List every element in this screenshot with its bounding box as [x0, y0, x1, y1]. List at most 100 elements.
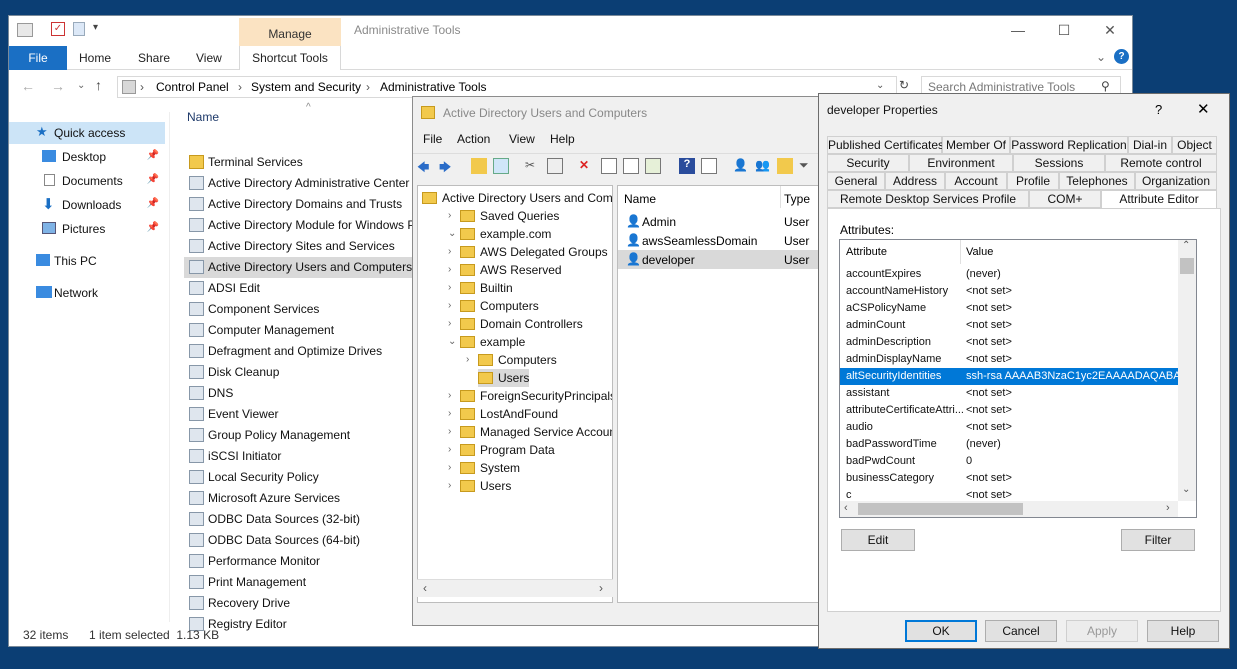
vertical-scrollbar[interactable]: ⌃ ⌄	[1178, 240, 1196, 501]
breadcrumb-control-panel[interactable]: Control Panel	[156, 80, 229, 94]
ok-button[interactable]: OK	[905, 620, 977, 642]
tree-item[interactable]: › Managed Service Accoun	[448, 423, 612, 441]
column-header-value[interactable]: Value	[966, 246, 993, 258]
attribute-row[interactable]: badPasswordTime (never)	[840, 436, 1178, 453]
new-ou-icon[interactable]	[777, 158, 793, 174]
maximize-icon[interactable]: ☐	[1041, 16, 1087, 44]
attribute-row[interactable]: altSecurityIdentities ssh-rsa AAAAB3NzaC1…	[840, 368, 1178, 385]
tab-view[interactable]: View	[196, 51, 222, 65]
column-header-name[interactable]: Name	[187, 110, 219, 124]
chevron-right-icon[interactable]: ›	[448, 297, 451, 315]
tab-home[interactable]: Home	[79, 51, 111, 65]
file-item[interactable]: iSCSI Initiator	[184, 446, 419, 467]
filter-button[interactable]: Filter	[1121, 529, 1195, 551]
forward-icon[interactable]: 🡆	[439, 158, 455, 174]
breadcrumb-admin-tools[interactable]: Administrative Tools	[380, 80, 487, 94]
chevron-down-icon[interactable]: ⌄	[448, 333, 456, 351]
help-icon[interactable]: ?	[1155, 102, 1162, 117]
nav-pictures[interactable]: Pictures 📌	[9, 218, 165, 240]
pin-icon[interactable]: 📌	[147, 222, 159, 233]
close-icon[interactable]: ✕	[1087, 16, 1133, 44]
scrollbar-thumb[interactable]	[1180, 258, 1194, 274]
horizontal-scrollbar[interactable]: ‹ ›	[840, 501, 1178, 517]
chevron-right-icon[interactable]: ›	[448, 279, 451, 297]
attribute-row[interactable]: audio <not set>	[840, 419, 1178, 436]
tree-item[interactable]: Active Directory Users and Com	[422, 189, 612, 207]
chevron-right-icon[interactable]: ›	[448, 477, 451, 495]
tab-environment[interactable]: Environment	[909, 154, 1013, 172]
tree-item[interactable]: › System	[448, 459, 520, 477]
delete-icon[interactable]: ✕	[579, 158, 595, 174]
menu-help[interactable]: Help	[550, 132, 575, 146]
tab-published-certificates[interactable]: Published Certificates	[827, 136, 944, 154]
file-item[interactable]: ODBC Data Sources (32-bit)	[184, 509, 419, 530]
tree-item[interactable]: › Program Data	[448, 441, 555, 459]
tree-horizontal-scrollbar[interactable]: ‹ ›	[417, 579, 613, 597]
tab-remote-desktop-profile[interactable]: Remote Desktop Services Profile	[827, 190, 1029, 208]
forward-icon[interactable]: →	[51, 78, 65, 94]
tab-remote-control[interactable]: Remote control	[1105, 154, 1217, 172]
tab-organization[interactable]: Organization	[1135, 172, 1217, 190]
attribute-row[interactable]: adminDescription <not set>	[840, 334, 1178, 351]
attribute-row[interactable]: businessCategory <not set>	[840, 470, 1178, 487]
tab-com-plus[interactable]: COM+	[1029, 190, 1101, 208]
user-row[interactable]: 👤 Admin User	[618, 212, 830, 231]
copy-icon[interactable]	[547, 158, 563, 174]
tree-item[interactable]: › Computers	[448, 297, 539, 315]
file-item[interactable]: Microsoft Azure Services	[184, 488, 419, 509]
file-item[interactable]: Disk Cleanup	[184, 362, 419, 383]
up-folder-icon[interactable]	[471, 158, 487, 174]
manage-tab[interactable]: Manage	[239, 18, 341, 46]
attribute-row[interactable]: attributeCertificateAttri... <not set>	[840, 402, 1178, 419]
breadcrumb-system-security[interactable]: System and Security	[251, 80, 361, 94]
file-item[interactable]: Active Directory Domains and Trusts	[184, 194, 419, 215]
user-row[interactable]: 👤 awsSeamlessDomain User	[618, 231, 830, 250]
chevron-down-icon[interactable]: ⌄	[876, 80, 884, 91]
file-item[interactable]: Active Directory Module for Windows P	[184, 215, 419, 236]
file-item[interactable]: Event Viewer	[184, 404, 419, 425]
chevron-right-icon[interactable]: ›	[448, 441, 451, 459]
scroll-up-icon[interactable]: ⌃	[1182, 240, 1190, 251]
tree-item[interactable]: › Saved Queries	[448, 207, 559, 225]
tree-item[interactable]: ⌄ example	[448, 333, 525, 351]
help-icon[interactable]: ?	[1114, 49, 1129, 64]
menu-file[interactable]: File	[423, 132, 442, 146]
close-icon[interactable]: ✕	[1197, 100, 1210, 118]
tab-account[interactable]: Account	[945, 172, 1007, 190]
tab-security[interactable]: Security	[827, 154, 909, 172]
tab-profile[interactable]: Profile	[1007, 172, 1059, 190]
file-item[interactable]: Recovery Drive	[184, 593, 419, 614]
tab-member-of[interactable]: Member Of	[942, 136, 1010, 154]
help-icon[interactable]: ?	[679, 158, 695, 174]
chevron-right-icon[interactable]: ›	[448, 243, 451, 261]
file-item[interactable]: Active Directory Sites and Services	[184, 236, 419, 257]
action-pane-icon[interactable]	[701, 158, 717, 174]
chevron-down-icon[interactable]: ⌄	[77, 80, 85, 91]
new-user-icon[interactable]: 👤	[733, 158, 749, 174]
show-console-tree-icon[interactable]	[493, 158, 509, 174]
nav-network[interactable]: Network	[9, 282, 165, 304]
attribute-row[interactable]: assistant <not set>	[840, 385, 1178, 402]
file-item[interactable]: Active Directory Administrative Center	[184, 173, 419, 194]
tab-share[interactable]: Share	[138, 51, 170, 65]
apply-button[interactable]: Apply	[1066, 620, 1138, 642]
chevron-down-icon[interactable]: ▾	[93, 22, 98, 33]
tree-item[interactable]: › ForeignSecurityPrincipals	[448, 387, 612, 405]
new-folder-icon[interactable]	[73, 22, 85, 36]
attribute-row[interactable]: adminCount <not set>	[840, 317, 1178, 334]
address-bar[interactable]: › Control Panel › System and Security › …	[117, 76, 897, 98]
column-header-name[interactable]: Name	[624, 192, 656, 206]
attribute-row[interactable]: badPwdCount 0	[840, 453, 1178, 470]
tree-item[interactable]: › Builtin	[448, 279, 513, 297]
column-header-type[interactable]: Type	[784, 192, 810, 206]
chevron-right-icon[interactable]: ›	[448, 261, 451, 279]
file-item[interactable]: Local Security Policy	[184, 467, 419, 488]
attribute-row[interactable]: aCSPolicyName <not set>	[840, 300, 1178, 317]
scroll-left-icon[interactable]: ‹	[423, 581, 427, 595]
file-item[interactable]: DNS	[184, 383, 419, 404]
pin-icon[interactable]: 📌	[147, 150, 159, 161]
file-item[interactable]: ADSI Edit	[184, 278, 419, 299]
attribute-row[interactable]: adminDisplayName <not set>	[840, 351, 1178, 368]
attribute-row[interactable]: accountNameHistory <not set>	[840, 283, 1178, 300]
tree-item[interactable]: › AWS Reserved	[448, 261, 562, 279]
